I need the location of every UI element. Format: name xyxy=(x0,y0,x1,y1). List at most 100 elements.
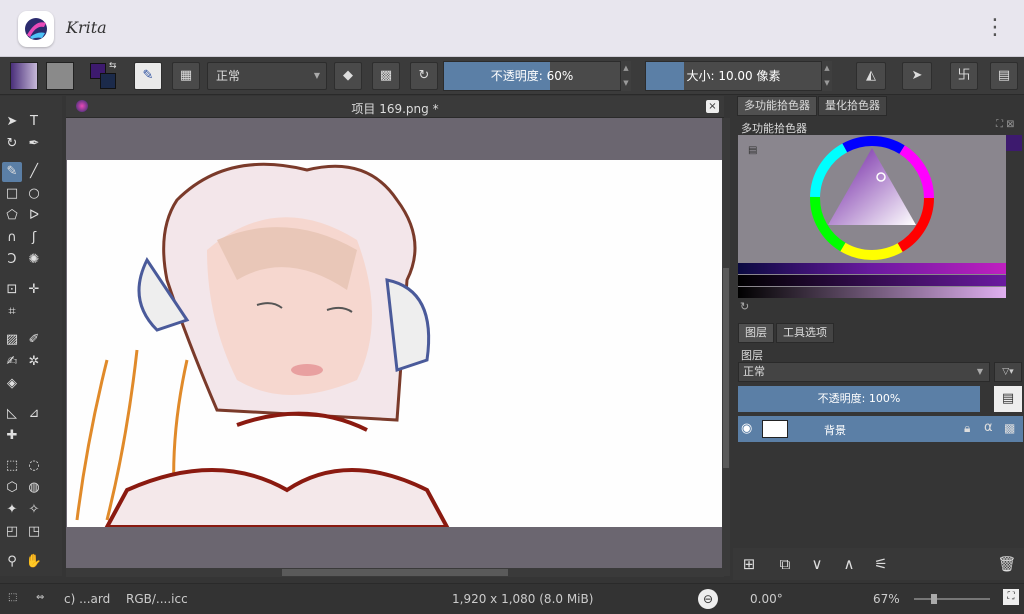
horizontal-scrollbar[interactable] xyxy=(66,568,724,577)
edit-shape-icon[interactable]: ↻ xyxy=(2,134,22,154)
toolbox: ➤ T ↻ ✒ ✎ ╱ □ ○ ⬠ ᐅ ∩ ʃ Ͻ ✺ ⊡ ✛ ⌗ ▨ ✐ ✍ … xyxy=(0,96,62,576)
selection-icon[interactable]: ⬚ xyxy=(8,592,17,603)
ellipse-tool-icon[interactable]: ○ xyxy=(24,184,44,204)
add-layer-icon[interactable]: ⊞ xyxy=(739,554,759,574)
float-dock-icon[interactable]: ⛶ ⊠ xyxy=(996,119,1015,130)
delete-layer-icon[interactable]: 🗑︎ xyxy=(997,554,1017,574)
fullscreen-icon[interactable]: ⛶ xyxy=(1003,589,1019,605)
freehand-path-icon[interactable]: ʃ xyxy=(24,228,44,248)
brush-tool-icon[interactable]: ✎ xyxy=(2,162,22,182)
vertical-scroll-thumb[interactable] xyxy=(723,268,729,468)
close-icon[interactable]: × xyxy=(706,100,719,113)
pattern-preset-button[interactable] xyxy=(46,62,74,90)
blend-mode-select[interactable]: 正常 ▼ xyxy=(207,62,327,90)
pan-tool-icon[interactable]: ✋ xyxy=(24,552,44,572)
reference-tool-icon[interactable]: ✚ xyxy=(2,426,22,446)
calligraphy-icon[interactable]: ✒ xyxy=(24,134,44,154)
vertical-scrollbar[interactable] xyxy=(722,118,730,576)
rotation-value: 0.00° xyxy=(750,592,783,606)
select-shape-icon[interactable]: ➤ xyxy=(2,112,22,132)
workspace-icon[interactable]: ▤ xyxy=(990,62,1018,90)
tab-layers[interactable]: 图层 xyxy=(738,323,774,343)
tab-advanced-color-selector[interactable]: 多功能拾色器 xyxy=(737,96,817,116)
lock-icon[interactable]: 🔒︎ xyxy=(964,421,970,436)
value-bar[interactable] xyxy=(738,287,1006,298)
tab-tool-options[interactable]: 工具选项 xyxy=(776,323,834,343)
background-color-swatch[interactable] xyxy=(100,73,116,89)
more-vert-icon[interactable]: ⋮ xyxy=(984,14,1006,42)
resize-icon[interactable]: ⇔ xyxy=(36,592,44,603)
saturation-bar[interactable] xyxy=(738,275,1006,286)
text-tool-icon[interactable]: T xyxy=(24,112,44,132)
krita-logo-icon[interactable] xyxy=(18,11,54,47)
move-layer-down-icon[interactable]: ∨ xyxy=(807,554,827,574)
layer-opacity-slider[interactable]: 不透明度: 100% xyxy=(738,386,980,412)
colorize-mask-icon[interactable]: ✍ xyxy=(2,352,22,372)
image-dimensions: 1,920 x 1,080 (8.0 MiB) xyxy=(452,592,594,606)
color-picker-icon[interactable]: ✐ xyxy=(24,330,44,350)
layer-row-background[interactable]: ◉ 背景 🔒︎ α ▩ xyxy=(738,416,1023,442)
zoom-slider[interactable] xyxy=(914,594,990,604)
bezier-select-icon[interactable]: ◰ xyxy=(2,522,22,542)
line-tool-icon[interactable]: ╱ xyxy=(24,162,44,182)
document-tab[interactable]: 项目 169.png * × xyxy=(66,96,724,118)
refresh-icon[interactable]: ↻ xyxy=(740,300,749,313)
freehand-select-icon[interactable]: ◍ xyxy=(24,478,44,498)
wrap-icon[interactable]: 卐 xyxy=(950,62,978,90)
move-layer-up-icon[interactable]: ∧ xyxy=(839,554,859,574)
brush-preset-icon[interactable]: ✎ xyxy=(134,62,162,90)
rectangle-tool-icon[interactable]: □ xyxy=(2,184,22,204)
layer-blend-select[interactable]: 正常 ▼ xyxy=(738,362,990,382)
hue-bar[interactable] xyxy=(738,263,1006,274)
opacity-slider[interactable]: 不透明度: 60% xyxy=(443,61,621,91)
hue-triangle-wheel[interactable] xyxy=(806,135,940,265)
size-slider[interactable]: 大小: 10.00 像素 xyxy=(645,61,822,91)
zoom-tool-icon[interactable]: ⚲ xyxy=(2,552,22,572)
rect-select-icon[interactable]: ⬚ xyxy=(2,456,22,476)
polygon-tool-icon[interactable]: ⬠ xyxy=(2,206,22,226)
alpha-icon[interactable]: α xyxy=(984,420,993,435)
dynamic-brush-icon[interactable]: Ͻ xyxy=(2,250,22,270)
crop-tool-icon[interactable]: ⌗ xyxy=(2,302,22,322)
mirror-horizontal-icon[interactable]: ◭ xyxy=(856,62,886,90)
selector-settings-icon[interactable]: ▤ xyxy=(748,145,757,156)
assistant-tool-icon[interactable]: ◺ xyxy=(2,404,22,424)
layer-filter-icon[interactable]: ▽▾ xyxy=(994,362,1022,382)
gradient-preset-button[interactable] xyxy=(10,62,38,90)
polyline-tool-icon[interactable]: ᐅ xyxy=(24,206,44,226)
gradient-tool-icon[interactable]: ▨ xyxy=(2,330,22,350)
pointer-icon[interactable]: ➤ xyxy=(902,62,932,90)
horizontal-scroll-thumb[interactable] xyxy=(282,569,508,576)
similar-select-icon[interactable]: ✧ xyxy=(24,500,44,520)
smart-patch-icon[interactable]: ✲ xyxy=(24,352,44,372)
transform-tool-icon[interactable]: ⊡ xyxy=(2,280,22,300)
multibrush-icon[interactable]: ✺ xyxy=(24,250,44,270)
color-selector-area[interactable]: ▤ xyxy=(738,135,1006,298)
inherit-alpha-icon[interactable]: ▩ xyxy=(1004,421,1015,435)
bezier-tool-icon[interactable]: ∩ xyxy=(2,228,22,248)
layers-title: 图层 xyxy=(741,349,763,362)
swap-colors-icon[interactable]: ⇆ xyxy=(109,61,117,71)
size-spin[interactable]: ▲ ▼ xyxy=(822,61,832,91)
alpha-lock-icon[interactable]: ▩ xyxy=(372,62,400,90)
rotation-icon[interactable]: ⊖ xyxy=(698,589,718,609)
layer-settings-icon[interactable]: ⚟ xyxy=(871,554,891,574)
reload-icon[interactable]: ↻ xyxy=(410,62,438,90)
layer-properties-icon[interactable]: ▤ xyxy=(994,386,1022,412)
opacity-spin[interactable]: ▲ ▼ xyxy=(621,61,631,91)
polygon-select-icon[interactable]: ⬡ xyxy=(2,478,22,498)
magnetic-select-icon[interactable]: ◳ xyxy=(24,522,44,542)
fill-tool-icon[interactable]: ◈ xyxy=(2,374,22,394)
ellipse-select-icon[interactable]: ◌ xyxy=(24,456,44,476)
zoom-slider-handle[interactable] xyxy=(931,594,937,604)
drawing-canvas[interactable] xyxy=(67,160,722,527)
color-swatch-widget[interactable]: ⇆ xyxy=(88,61,120,91)
visibility-eye-icon[interactable]: ◉ xyxy=(741,421,752,436)
measure-tool-icon[interactable]: ⊿ xyxy=(24,404,44,424)
contiguous-select-icon[interactable]: ✦ xyxy=(2,500,22,520)
move-tool-icon[interactable]: ✛ xyxy=(24,280,44,300)
grid-icon[interactable]: ▦ xyxy=(172,62,200,90)
duplicate-layer-icon[interactable]: ⧉ xyxy=(775,554,795,574)
eraser-icon[interactable]: ◆ xyxy=(334,62,362,90)
tab-specific-color-selector[interactable]: 量化拾色器 xyxy=(818,96,887,116)
